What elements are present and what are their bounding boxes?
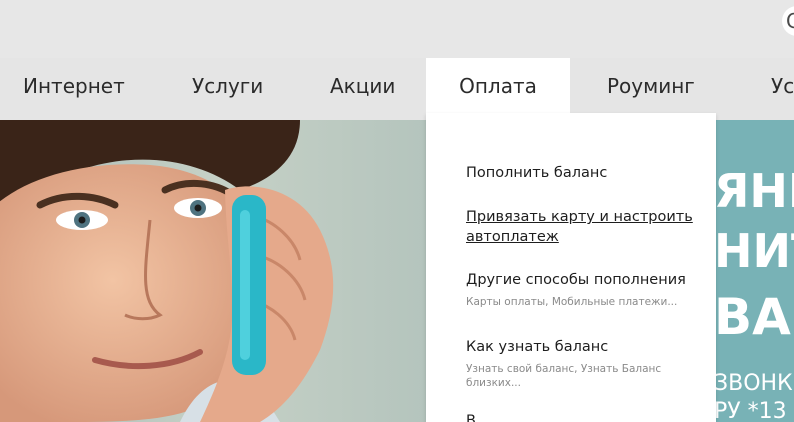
- banner-line-3: ВАЕ: [714, 288, 794, 346]
- nav-item-internet[interactable]: Интернет: [23, 58, 125, 120]
- menu-item-other-top-up-methods[interactable]: Другие способы пополнения: [466, 270, 701, 290]
- menu-item-link-card-autopay[interactable]: Привязать карту и настроить автоплатеж: [466, 207, 701, 247]
- payment-dropdown-menu: Пополнить баланс Привязать карту и настр…: [426, 113, 716, 422]
- banner-line-5: РУ *13: [714, 399, 787, 422]
- banner-line-2: НИТ: [714, 224, 794, 278]
- nav-item-services[interactable]: Услуги: [192, 58, 263, 120]
- menu-item-check-balance-sub: Узнать свой баланс, Узнать Баланс близки…: [466, 363, 662, 389]
- banner-line-4: ЗВОНК: [714, 371, 793, 396]
- banner-promo: ЯНЕ НИТ ВАЕ ЗВОНК РУ *13: [714, 120, 794, 422]
- nav-item-payment[interactable]: Оплата: [426, 58, 570, 120]
- nav-item-roaming[interactable]: Роуминг: [607, 58, 695, 120]
- corner-button[interactable]: С: [782, 6, 794, 36]
- menu-item-other-top-up-methods-sub: Карты оплаты, Мобильные платежи...: [466, 296, 678, 308]
- nav-item-more[interactable]: Ус: [771, 58, 794, 120]
- hero-photo: [0, 120, 430, 422]
- main-nav: Интернет Услуги Акции Оплата Роуминг Ус: [0, 58, 794, 120]
- banner-line-1: ЯНЕ: [714, 164, 794, 218]
- menu-item-check-balance[interactable]: Как узнать баланс: [466, 337, 701, 357]
- menu-item-next[interactable]: В: [466, 411, 701, 422]
- nav-item-promotions[interactable]: Акции: [330, 58, 395, 120]
- top-strip: С: [0, 0, 794, 58]
- menu-item-top-up-balance[interactable]: Пополнить баланс: [466, 163, 701, 183]
